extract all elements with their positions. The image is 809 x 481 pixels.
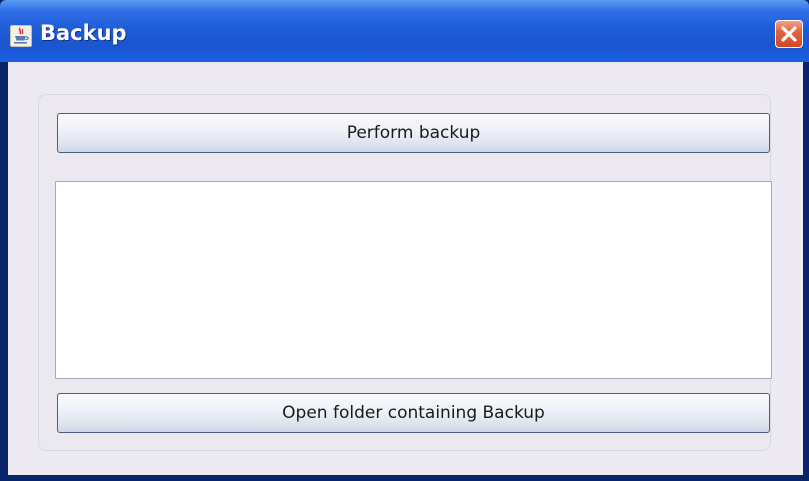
backup-window: Backup Perform backup Open folder contai… xyxy=(0,0,809,481)
window-client-area: Perform backup Open folder containing Ba… xyxy=(8,62,803,475)
open-folder-button[interactable]: Open folder containing Backup xyxy=(57,393,770,433)
window-title: Backup xyxy=(40,21,127,45)
close-icon xyxy=(781,26,797,42)
close-button[interactable] xyxy=(775,20,803,48)
perform-backup-button[interactable]: Perform backup xyxy=(57,113,770,153)
java-cup-icon xyxy=(10,25,32,47)
backup-output-area[interactable] xyxy=(55,181,772,379)
title-bar[interactable]: Backup xyxy=(0,0,809,62)
content-panel: Perform backup Open folder containing Ba… xyxy=(38,94,772,451)
